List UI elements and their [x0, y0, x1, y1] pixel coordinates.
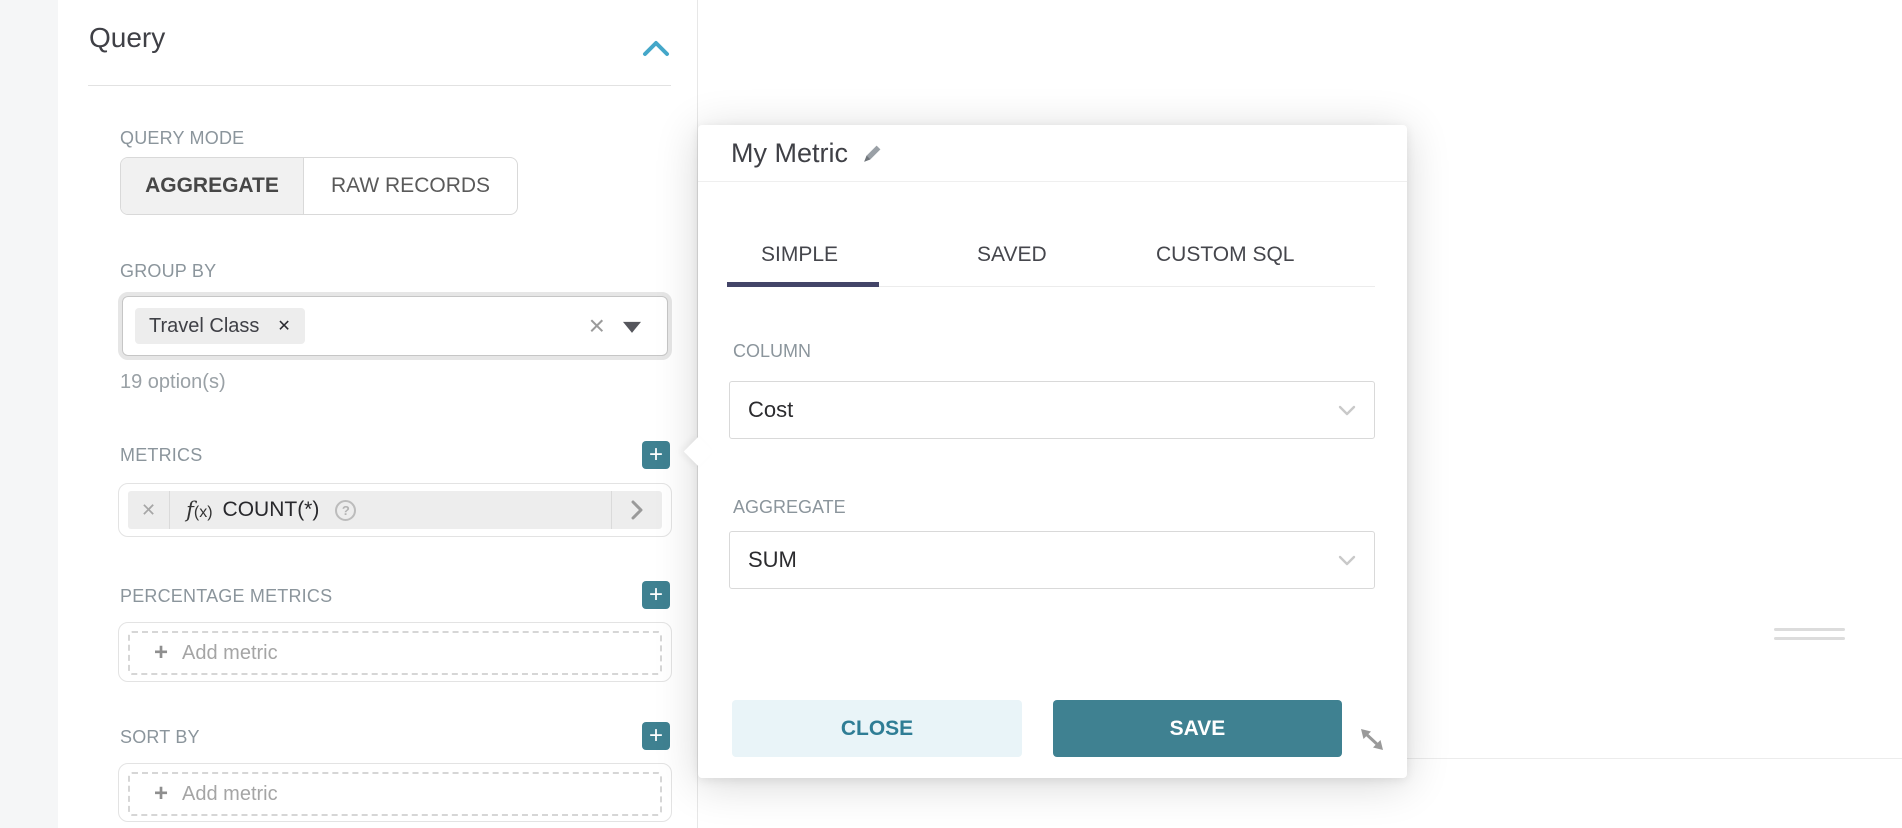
left-rail: [0, 0, 58, 828]
chevron-down-icon: [1338, 405, 1356, 416]
chip-divider: [169, 491, 170, 529]
remove-tag-icon[interactable]: ✕: [277, 316, 290, 336]
add-percentage-metric-button[interactable]: +: [642, 581, 670, 609]
aggregate-label: AGGREGATE: [733, 497, 846, 518]
column-label: COLUMN: [733, 341, 811, 362]
popover-header: My Metric: [698, 125, 1407, 182]
tab-simple[interactable]: SIMPLE: [761, 243, 838, 267]
close-button[interactable]: CLOSE: [732, 700, 1022, 757]
chevron-down-icon: [1338, 555, 1356, 566]
query-mode-aggregate-button[interactable]: AGGREGATE: [121, 158, 304, 214]
caret-down-icon[interactable]: [623, 322, 641, 333]
percentage-metrics-label: PERCENTAGE METRICS: [120, 586, 332, 607]
metrics-container: ✕ f(x) COUNT(*) ?: [118, 483, 672, 537]
query-mode-raw-records-button[interactable]: RAW RECORDS: [304, 158, 517, 214]
query-mode-label: QUERY MODE: [120, 128, 244, 149]
aggregate-select[interactable]: SUM: [729, 531, 1375, 589]
column-select-value: Cost: [748, 397, 793, 423]
help-icon[interactable]: ?: [335, 500, 356, 521]
function-icon: f(x): [186, 498, 212, 522]
splitter-handle[interactable]: [1774, 628, 1845, 631]
popover-arrow: [684, 437, 714, 467]
query-section-title: Query: [89, 22, 165, 54]
plus-icon: +: [154, 641, 168, 665]
plus-icon: +: [154, 782, 168, 806]
column-select[interactable]: Cost: [729, 381, 1375, 439]
group-by-helper-text: 19 option(s): [120, 371, 226, 394]
query-mode-segmented-control: AGGREGATE RAW RECORDS: [120, 157, 518, 215]
metric-chip-label: COUNT(*): [223, 498, 320, 522]
chevron-right-icon[interactable]: [612, 500, 662, 520]
explore-chart-builder: Query QUERY MODE AGGREGATE RAW RECORDS G…: [0, 0, 1902, 828]
popover-title: My Metric: [731, 138, 848, 169]
tab-saved[interactable]: SAVED: [977, 243, 1047, 267]
resize-handle-icon[interactable]: [1358, 726, 1386, 753]
aggregate-select-value: SUM: [748, 547, 797, 573]
active-tab-indicator: [727, 282, 879, 287]
clear-select-icon[interactable]: ×: [589, 312, 605, 340]
add-metric-button[interactable]: +: [642, 441, 670, 469]
sort-by-container: + Add metric: [118, 763, 672, 822]
edit-title-pencil-icon[interactable]: [861, 142, 884, 165]
group-by-tag[interactable]: Travel Class ✕: [135, 308, 305, 344]
percentage-add-metric-placeholder[interactable]: + Add metric: [128, 631, 662, 675]
metrics-label: METRICS: [120, 445, 202, 466]
splitter-handle[interactable]: [1774, 637, 1845, 640]
metric-chip[interactable]: ✕ f(x) COUNT(*) ?: [128, 491, 662, 529]
group-by-label: GROUP BY: [120, 261, 216, 282]
group-by-select[interactable]: Travel Class ✕ ×: [118, 292, 672, 360]
group-by-tag-label: Travel Class: [149, 315, 259, 338]
remove-metric-icon[interactable]: ✕: [128, 501, 169, 519]
sort-by-label: SORT BY: [120, 727, 200, 748]
tab-custom-sql[interactable]: CUSTOM SQL: [1156, 243, 1294, 267]
metric-edit-popover: My Metric SIMPLE SAVED CUSTOM SQL COLUMN…: [698, 125, 1407, 778]
group-by-field[interactable]: Travel Class ✕ ×: [122, 296, 668, 356]
section-divider: [88, 85, 671, 86]
sort-add-metric-placeholder[interactable]: + Add metric: [128, 772, 662, 816]
percentage-metrics-container: + Add metric: [118, 622, 672, 682]
add-sort-button[interactable]: +: [642, 722, 670, 750]
chevron-up-icon[interactable]: [642, 38, 670, 60]
save-button[interactable]: SAVE: [1053, 700, 1342, 757]
